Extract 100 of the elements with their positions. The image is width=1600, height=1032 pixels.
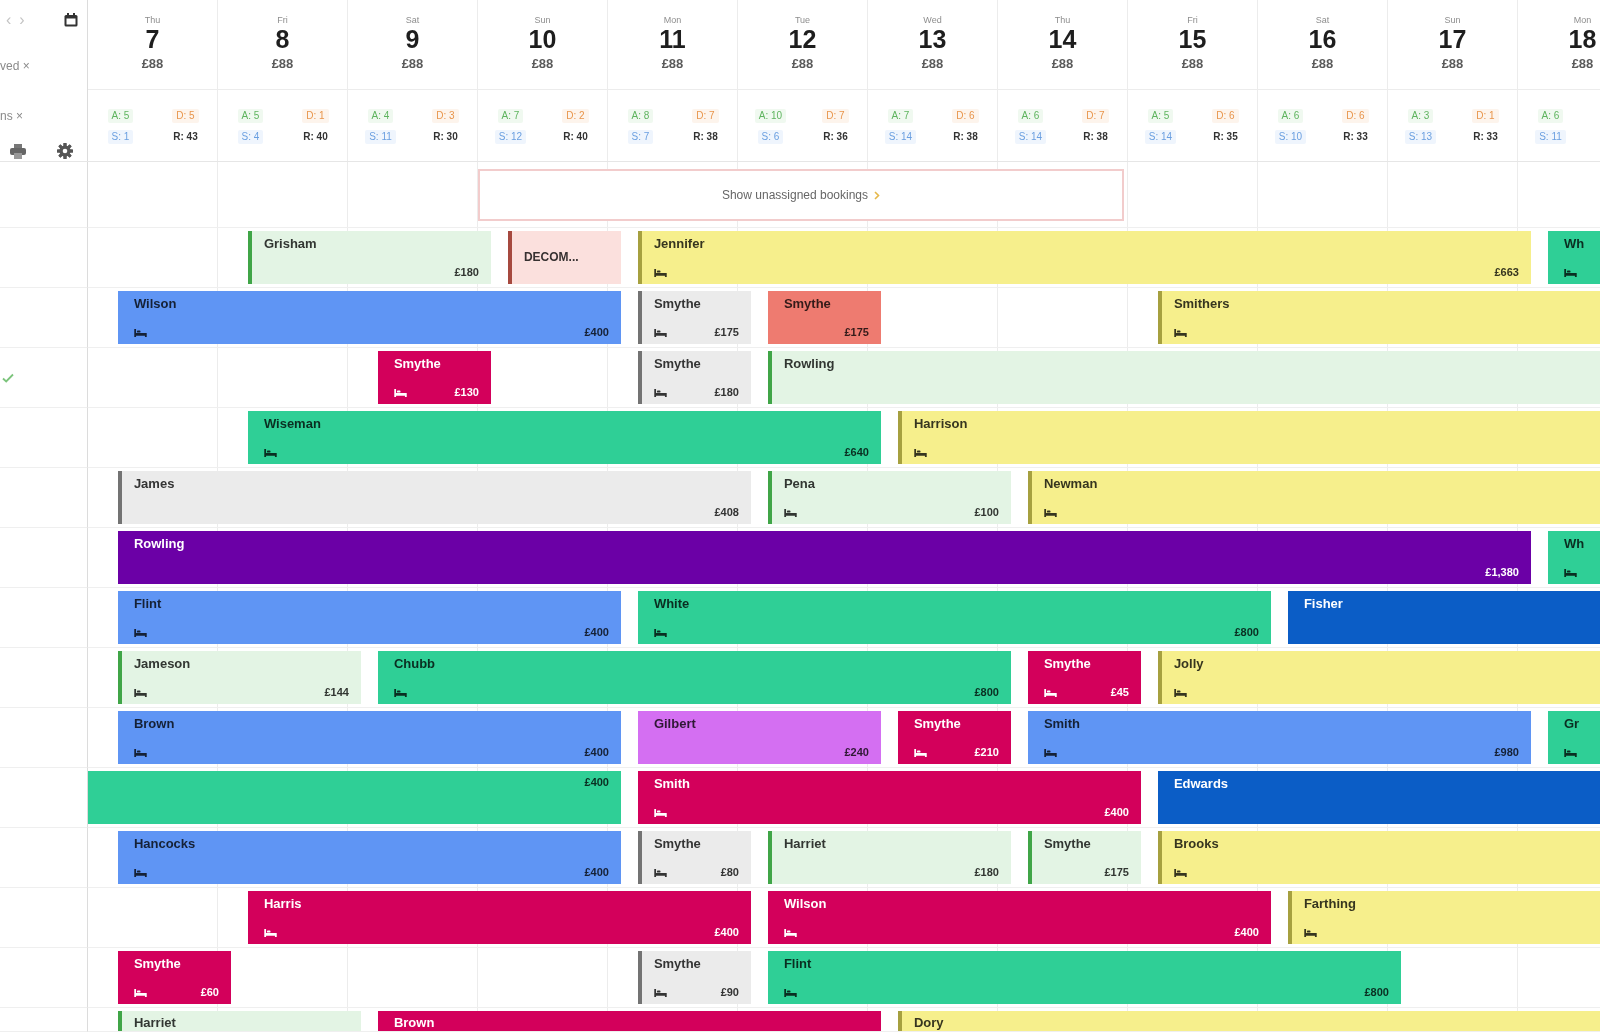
guest-name: Harrison [913,416,968,431]
booking-price: £100 [974,506,999,519]
filter-tag[interactable]: ns × [0,107,23,124]
booking-bar[interactable]: Rowling £1,380 [117,531,1531,584]
booking-bar[interactable]: Smythe £175 [637,291,751,344]
booking-bar[interactable]: Harriet [117,1011,361,1031]
booking-bar[interactable]: Wh [1547,531,1600,584]
date-number: 16 [1308,26,1337,53]
guest-name: Wiseman [263,416,321,431]
guest-name: Harriet [133,1015,176,1030]
booking-bar[interactable]: Jolly [1157,651,1600,704]
weekday-label: Fri [1187,14,1198,26]
calendar-icon[interactable] [64,12,78,27]
guest-name: Edwards [1173,776,1229,791]
booking-bar[interactable]: Fisher [1287,591,1600,644]
booking-bar[interactable]: Jennifer £663 [637,231,1531,284]
notice-banner[interactable]: Show unassigned bookings [478,169,1124,221]
booking-bar[interactable]: Harriet £180 [767,831,1011,884]
staying-count: S: 10 [1274,130,1307,144]
booking-bar[interactable]: Wh [1547,231,1600,284]
weekday-label: Sat [1315,14,1330,26]
booking-price: £663 [1494,266,1519,279]
booking-bar[interactable]: Smythe £45 [1027,651,1141,704]
booking-bar[interactable]: Chubb £800 [377,651,1011,704]
booking-bar[interactable]: James £408 [117,471,751,524]
rooms-count: R: 33 [1342,130,1369,144]
arrivals-count: A: 6 [1537,109,1564,123]
arrivals-count: A: 10 [754,109,787,123]
guest-name: Farthing [1303,896,1356,911]
booking-bar[interactable]: Dory [897,1011,1600,1031]
booking-bar[interactable]: Smythe £80 [637,831,751,884]
booking-bar[interactable]: Hancocks £400 [117,831,621,884]
date-number: 13 [918,26,947,53]
guest-name: Smythe [653,956,701,971]
date-number: 17 [1438,26,1467,53]
day-rate: £88 [531,55,554,72]
booking-bar[interactable]: Brooks [1157,831,1600,884]
booking-price: £130 [454,386,479,399]
gear-icon[interactable] [57,143,73,160]
booking-bar[interactable]: Gilbert £240 [637,711,881,764]
printer-icon[interactable] [10,143,26,159]
booking-bar[interactable]: Smithers [1157,291,1600,344]
guest-name: Wh [1563,236,1585,251]
guest-name: Smythe [913,716,961,731]
date-number: 11 [659,26,686,53]
booking-price: £240 [844,746,869,759]
weekday-label: Sun [1444,14,1461,26]
booking-bar[interactable]: Flint £800 [767,951,1401,1004]
rooms-count: R: 43 [172,130,199,144]
booking-bar[interactable]: Wilson £400 [117,291,621,344]
booking-price: £800 [1234,626,1259,639]
booking-bar[interactable]: Edwards [1157,771,1600,824]
booking-bar[interactable]: Pena £100 [767,471,1011,524]
booking-bar[interactable]: Jameson £144 [117,651,361,704]
booking-bar[interactable]: Wilson £400 [767,891,1271,944]
booking-bar[interactable]: Smith £980 [1027,711,1531,764]
rooms-count: R: 38 [952,130,979,144]
date-number: 9 [405,26,420,53]
booking-bar[interactable]: Smythe £180 [637,351,751,404]
booking-price: £180 [454,266,479,279]
booking-price: £175 [1104,866,1129,879]
guest-name: Smythe [1043,656,1091,671]
booking-bar[interactable]: Harrison [897,411,1600,464]
staying-count: S: 4 [237,130,264,144]
booking-bar[interactable]: Smith £400 [637,771,1141,824]
booking-bar[interactable]: Newman [1027,471,1600,524]
guest-name: White [653,596,690,611]
guest-name: Jolly [1173,656,1204,671]
filter-tag[interactable]: ved × [0,57,30,74]
booking-bar[interactable]: Smythe £60 [117,951,231,1004]
booking-price: £175 [714,326,739,339]
booking-bar[interactable]: Smythe £210 [897,711,1011,764]
booking-bar[interactable]: Grisham £180 [247,231,491,284]
booking-bar[interactable]: Farthing [1287,891,1600,944]
arrivals-count: A: 6 [1277,109,1304,123]
departures-count: D: 7 [692,109,719,123]
booking-bar[interactable]: £400 [88,771,621,824]
day-rate: £88 [1311,55,1334,72]
booking-bar[interactable]: Gr [1547,711,1600,764]
staying-count: S: 11 [1535,130,1566,144]
day-rate: £88 [791,55,814,72]
guest-name: Flint [133,596,162,611]
rooms-count: R: 36 [822,130,849,144]
rooms-count: R: 38 [692,130,719,144]
booking-bar[interactable]: Brown £400 [117,711,621,764]
booking-bar[interactable]: Smythe £175 [767,291,881,344]
weekday-label: Wed [923,14,942,26]
booking-price: £400 [584,746,609,759]
guest-name: Chubb [393,656,436,671]
booking-bar[interactable]: Rowling [767,351,1600,404]
booking-bar[interactable]: Harris £400 [247,891,751,944]
booking-bar[interactable]: White £800 [637,591,1271,644]
guest-name: Wh [1563,536,1585,551]
arrivals-count: A: 5 [237,109,264,123]
booking-bar[interactable]: Wiseman £640 [247,411,881,464]
booking-bar[interactable]: Smythe £175 [1027,831,1141,884]
booking-bar[interactable]: Smythe £90 [637,951,751,1004]
booking-bar[interactable]: Flint £400 [117,591,621,644]
booking-bar[interactable]: Smythe £130 [377,351,491,404]
booking-bar[interactable]: Brown [377,1011,881,1031]
